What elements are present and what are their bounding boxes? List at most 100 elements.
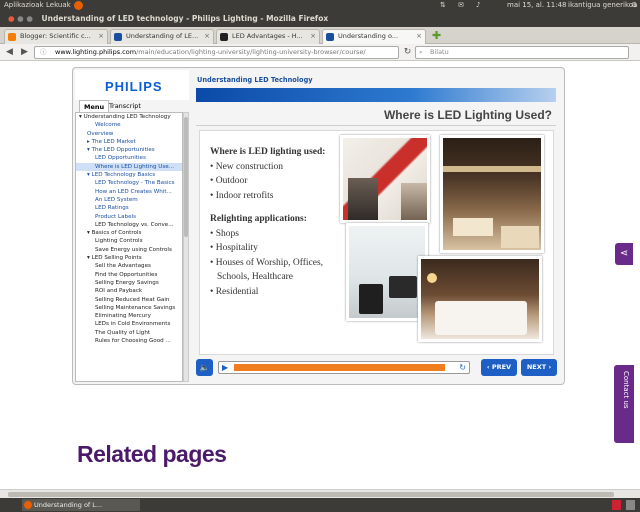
slide-heading-1: Where is LED lighting used: <box>210 147 326 157</box>
close-window-icon[interactable]: ● <box>8 14 15 23</box>
outline-item[interactable]: Overview <box>76 130 182 138</box>
outline-item[interactable]: ▾ Basics of Controls <box>76 229 182 237</box>
outline-item[interactable]: ▸ The LED Market <box>76 138 182 146</box>
progress-bar[interactable]: ▶ ↻ <box>218 361 470 374</box>
philips-logo: PHILIPS <box>105 79 163 94</box>
tab-understanding-active[interactable]: Understanding o... × <box>322 29 426 44</box>
play-icon[interactable]: ▶ <box>222 362 228 373</box>
outline-item[interactable]: Rules for Choosing Good ... <box>76 337 182 345</box>
user-menu[interactable]: ikantigua generikoa <box>568 0 637 11</box>
taskbar-label: Understanding of L... <box>34 501 103 509</box>
volume-button[interactable]: 🔈 <box>196 359 213 376</box>
slide-heading-2: Relighting applications: <box>210 214 307 224</box>
prev-button[interactable]: ‹ PREV <box>481 359 517 376</box>
blogger-icon <box>8 33 16 41</box>
outline-item[interactable]: Selling Maintenance Savings <box>76 304 182 312</box>
tab-led-advantages[interactable]: LED Advantages - H... × <box>216 29 320 44</box>
scrollbar-thumb[interactable] <box>184 117 188 237</box>
hotel-room-photo <box>418 256 542 342</box>
bullet: • Shops <box>210 228 239 239</box>
hotel-lobby-photo <box>440 135 544 253</box>
outline-item[interactable]: ▾ LED Technology Basics <box>76 171 182 179</box>
mail-icon[interactable]: ✉ <box>458 0 464 11</box>
tab-label: Blogger: Scientific c... <box>20 32 91 40</box>
outline-item[interactable]: Product Labels <box>76 213 182 221</box>
outline-item[interactable]: LED Technology - The Basics <box>76 179 182 187</box>
volume-icon[interactable]: ♪ <box>476 0 480 11</box>
back-icon[interactable]: ◀ <box>3 46 16 59</box>
close-tab-icon[interactable]: × <box>204 30 210 43</box>
tab-understanding-1[interactable]: Understanding of LE... × <box>110 29 214 44</box>
bullet: • New construction <box>210 161 283 172</box>
site-icon <box>220 33 228 41</box>
outline-scrollbar[interactable] <box>183 112 189 382</box>
new-tab-icon[interactable]: ✚ <box>432 30 441 41</box>
reload-icon[interactable]: ↻ <box>401 46 414 59</box>
gear-icon[interactable]: ⚙ <box>631 0 637 11</box>
bullet: • Hospitality <box>210 243 258 253</box>
logo-area: PHILIPS <box>75 70 189 100</box>
share-icon[interactable]: ⋖ <box>615 243 633 265</box>
outline-item[interactable]: LED Technology vs. Conve... <box>76 221 182 229</box>
system-top-panel: Aplikazioak Lekuak ⇅ ✉ ♪ mai 15, al. 11:… <box>0 0 640 11</box>
trash-icon[interactable] <box>612 500 621 510</box>
menu-tabs: Menu Transcript <box>75 100 189 112</box>
outline-item[interactable]: LED Opportunities <box>76 154 182 162</box>
maximize-window-icon[interactable]: ● <box>26 14 33 23</box>
outline-item[interactable]: ▾ The LED Opportunities <box>76 146 182 154</box>
tab-label: Understanding o... <box>338 32 399 40</box>
close-tab-icon[interactable]: × <box>310 30 316 43</box>
firefox-launcher-icon[interactable] <box>74 1 83 10</box>
bullet: • Residential <box>210 286 259 297</box>
close-tab-icon[interactable]: × <box>98 30 104 43</box>
outline-item[interactable]: Welcome <box>76 121 182 129</box>
tab-transcript[interactable]: Transcript <box>105 100 145 112</box>
url-host: www.lighting.philips.com <box>55 48 137 56</box>
places-menu[interactable]: Lekuak <box>46 0 71 11</box>
close-tab-icon[interactable]: × <box>416 30 422 43</box>
clock[interactable]: mai 15, al. 11:48 <box>507 0 567 11</box>
site-info-icon[interactable]: ⓘ <box>40 47 47 58</box>
outline-item[interactable]: Lighting Controls <box>76 237 182 245</box>
replay-icon[interactable]: ↻ <box>459 362 466 373</box>
apps-menu[interactable]: Aplikazioak <box>4 0 44 11</box>
contact-us-tab[interactable]: Contact us <box>614 365 634 443</box>
outline-item[interactable]: Sell the Advantages <box>76 262 182 270</box>
bullet: • Indoor retrofits <box>210 190 274 201</box>
outline-item[interactable]: ROI and Payback <box>76 287 182 295</box>
office-photo <box>346 223 428 321</box>
search-input[interactable]: ⌕ Bilatu <box>415 46 629 59</box>
forward-icon[interactable]: ▶ <box>18 46 31 59</box>
outline-item[interactable]: Selling Energy Savings <box>76 279 182 287</box>
outline-item[interactable]: Eliminating Mercury <box>76 312 182 320</box>
minimize-window-icon[interactable]: ● <box>17 14 24 23</box>
url-bar[interactable]: ⓘ www.lighting.philips.com/main/educatio… <box>34 46 399 59</box>
outline-item[interactable]: ▾ LED Selling Points <box>76 254 182 262</box>
progress-fill <box>234 364 445 371</box>
outline-item[interactable]: Where is LED Lighting Use... <box>76 162 182 172</box>
outline-item[interactable]: Selling Reduced Heat Gain <box>76 296 182 304</box>
scrollbar-thumb[interactable] <box>8 492 614 497</box>
shop-photo <box>340 135 430 223</box>
horizontal-scrollbar[interactable] <box>0 489 640 498</box>
network-icon[interactable]: ⇅ <box>440 0 446 11</box>
outline-item[interactable]: LEDs in Cold Environments <box>76 320 182 328</box>
outline-item[interactable]: The Quality of Light <box>76 329 182 337</box>
outline-item[interactable]: Find the Opportunities <box>76 271 182 279</box>
tab-strip: Blogger: Scientific c... × Understanding… <box>0 27 640 44</box>
slide-text: Where is LED lighting used: • New constr… <box>210 145 340 299</box>
philips-icon <box>114 33 122 41</box>
next-button[interactable]: NEXT › <box>521 359 557 376</box>
taskbar-firefox-window[interactable]: Understanding of L... <box>22 499 140 511</box>
page-content: PHILIPS Menu Transcript ▾ Understanding … <box>0 61 640 489</box>
outline-item[interactable]: ▾ Understanding LED Technology <box>76 113 182 121</box>
course-breadcrumb: Understanding LED Technology <box>197 76 313 84</box>
workspace-icon[interactable] <box>626 500 635 510</box>
outline-item[interactable]: LED Ratings <box>76 204 182 212</box>
player-controls: 🔈 ▶ ↻ ‹ PREV NEXT › <box>196 358 558 378</box>
philips-icon <box>326 33 334 41</box>
outline-item[interactable]: How an LED Creates Whit... <box>76 188 182 196</box>
outline-item[interactable]: Save Energy using Controls <box>76 246 182 254</box>
outline-item[interactable]: An LED System <box>76 196 182 204</box>
tab-blogger[interactable]: Blogger: Scientific c... × <box>4 29 108 44</box>
